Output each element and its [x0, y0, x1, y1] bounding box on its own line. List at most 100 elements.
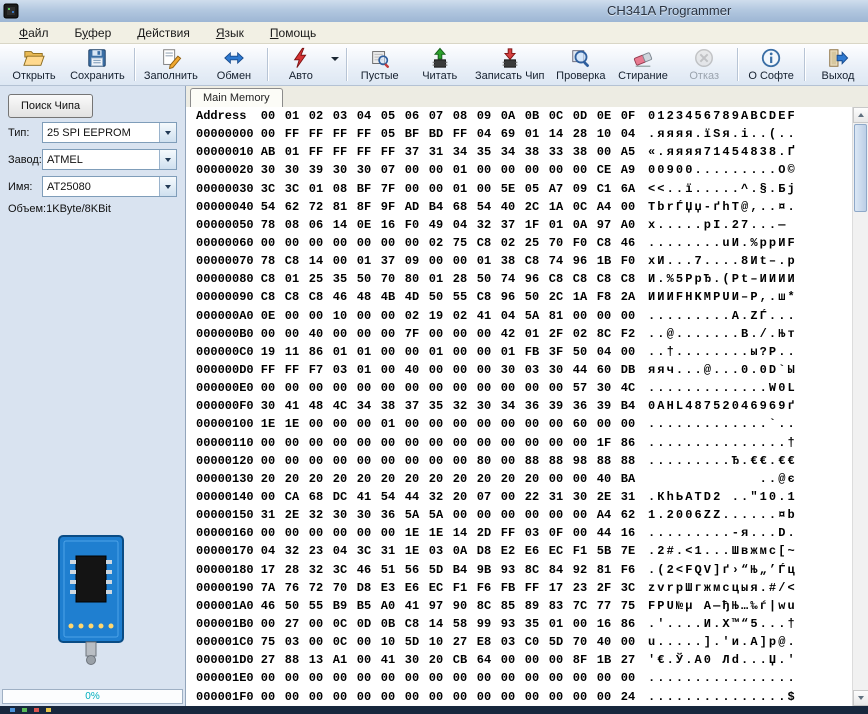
hex-byte-cell[interactable]: E3: [376, 581, 400, 595]
hex-byte-cell[interactable]: A0: [616, 218, 640, 232]
hex-byte-cell[interactable]: F6: [472, 581, 496, 595]
hex-byte-cell[interactable]: 4C: [616, 381, 640, 395]
hex-byte-cell[interactable]: 2E: [280, 508, 304, 522]
hex-byte-cell[interactable]: 07: [376, 163, 400, 177]
hex-byte-cell[interactable]: 20: [304, 472, 328, 486]
hex-byte-cell[interactable]: 30: [400, 653, 424, 667]
hex-byte-cell[interactable]: 30: [544, 363, 568, 377]
hex-byte-cell[interactable]: 10: [328, 309, 352, 323]
hex-byte-cell[interactable]: 00: [568, 309, 592, 323]
hex-byte-cell[interactable]: 50: [568, 345, 592, 359]
hex-byte-cell[interactable]: 27: [280, 617, 304, 631]
ascii-cell[interactable]: яяч...@...0.0D`Ы: [648, 363, 797, 377]
ascii-cell[interactable]: .............W0L: [648, 381, 797, 395]
hex-byte-cell[interactable]: 00: [280, 309, 304, 323]
hex-byte-cell[interactable]: 00: [448, 671, 472, 685]
hex-byte-cell[interactable]: 00: [424, 363, 448, 377]
hex-byte-cell[interactable]: 00: [544, 508, 568, 522]
hex-byte-cell[interactable]: 54: [472, 200, 496, 214]
hex-byte-cell[interactable]: 00: [376, 363, 400, 377]
hex-byte-cell[interactable]: 00: [400, 345, 424, 359]
hex-byte-cell[interactable]: 31: [544, 490, 568, 504]
hex-byte-cell[interactable]: 00: [568, 472, 592, 486]
hex-byte-cell[interactable]: 1B: [592, 653, 616, 667]
hex-byte-cell[interactable]: 1F: [520, 218, 544, 232]
hex-byte-cell[interactable]: 93: [496, 563, 520, 577]
hex-byte-cell[interactable]: C8: [544, 272, 568, 286]
hex-byte-cell[interactable]: 10: [376, 635, 400, 649]
toolbar-button-auto[interactable]: Авто: [271, 44, 331, 85]
hex-byte-cell[interactable]: 50: [280, 599, 304, 613]
hex-byte-cell[interactable]: C8: [280, 290, 304, 304]
hex-byte-cell[interactable]: 0E: [256, 309, 280, 323]
hex-byte-cell[interactable]: C8: [472, 290, 496, 304]
hex-byte-cell[interactable]: 00: [256, 327, 280, 341]
hex-byte-cell[interactable]: 09: [400, 254, 424, 268]
hex-byte-cell[interactable]: 93: [496, 617, 520, 631]
toolbar-button-swap[interactable]: Обмен: [204, 44, 264, 85]
hex-byte-cell[interactable]: 00: [400, 454, 424, 468]
hex-byte-cell[interactable]: 42: [496, 327, 520, 341]
hex-byte-cell[interactable]: 5D: [424, 563, 448, 577]
hex-byte-cell[interactable]: 30: [280, 163, 304, 177]
hex-byte-cell[interactable]: 5A: [424, 508, 448, 522]
hex-byte-cell[interactable]: 20: [424, 653, 448, 667]
hex-byte-cell[interactable]: F1: [568, 544, 592, 558]
hex-byte-cell[interactable]: 00: [400, 182, 424, 196]
hex-byte-cell[interactable]: 00: [592, 145, 616, 159]
hex-byte-cell[interactable]: 17: [544, 581, 568, 595]
hex-byte-cell[interactable]: 03: [520, 363, 544, 377]
hex-byte-cell[interactable]: CE: [592, 163, 616, 177]
hex-byte-cell[interactable]: 23: [568, 581, 592, 595]
hex-byte-cell[interactable]: 01: [448, 182, 472, 196]
hex-byte-cell[interactable]: 36: [520, 399, 544, 413]
hex-byte-cell[interactable]: 05: [520, 182, 544, 196]
hex-byte-cell[interactable]: 00: [304, 671, 328, 685]
hex-byte-cell[interactable]: 00: [400, 163, 424, 177]
hex-byte-cell[interactable]: 55: [448, 290, 472, 304]
hex-byte-cell[interactable]: 00: [544, 653, 568, 667]
hex-byte-cell[interactable]: 62: [280, 200, 304, 214]
hex-byte-cell[interactable]: 04: [448, 218, 472, 232]
hex-byte-cell[interactable]: 00: [520, 381, 544, 395]
hex-byte-cell[interactable]: 5B: [592, 544, 616, 558]
hex-byte-cell[interactable]: 51: [376, 563, 400, 577]
hex-byte-cell[interactable]: 30: [568, 490, 592, 504]
hex-byte-cell[interactable]: 70: [568, 635, 592, 649]
hex-byte-cell[interactable]: 30: [592, 381, 616, 395]
hex-byte-cell[interactable]: 58: [448, 617, 472, 631]
auto-dropdown-arrow-icon[interactable]: [330, 44, 343, 85]
hex-byte-cell[interactable]: 01: [424, 345, 448, 359]
hex-byte-cell[interactable]: F0: [400, 218, 424, 232]
toolbar-button-verify[interactable]: Проверка: [550, 44, 612, 85]
hex-byte-cell[interactable]: 00: [424, 436, 448, 450]
hex-byte-cell[interactable]: 44: [400, 490, 424, 504]
hex-byte-cell[interactable]: 00: [616, 309, 640, 323]
hex-byte-cell[interactable]: 00: [400, 417, 424, 431]
hex-byte-cell[interactable]: 30: [328, 163, 352, 177]
hex-byte-cell[interactable]: 22: [520, 490, 544, 504]
hex-byte-cell[interactable]: 39: [544, 399, 568, 413]
hex-byte-cell[interactable]: 7E: [616, 544, 640, 558]
hex-byte-cell[interactable]: 01: [424, 272, 448, 286]
hex-byte-cell[interactable]: 96: [496, 290, 520, 304]
hex-byte-cell[interactable]: C8: [400, 617, 424, 631]
hex-byte-cell[interactable]: 00: [472, 436, 496, 450]
hex-byte-cell[interactable]: 81: [592, 563, 616, 577]
hex-byte-cell[interactable]: 1E: [280, 417, 304, 431]
hex-byte-cell[interactable]: 34: [496, 145, 520, 159]
hex-byte-cell[interactable]: 11: [280, 345, 304, 359]
hex-byte-cell[interactable]: 01: [544, 218, 568, 232]
hex-byte-cell[interactable]: 00: [448, 327, 472, 341]
hex-byte-cell[interactable]: 8F: [568, 653, 592, 667]
hex-byte-cell[interactable]: 00: [256, 381, 280, 395]
hex-byte-cell[interactable]: BF: [400, 127, 424, 141]
hex-byte-cell[interactable]: 00: [328, 381, 352, 395]
hex-byte-cell[interactable]: E6: [520, 544, 544, 558]
hex-byte-cell[interactable]: 30: [496, 363, 520, 377]
hex-byte-cell[interactable]: 00: [304, 417, 328, 431]
hex-byte-cell[interactable]: 56: [400, 563, 424, 577]
hex-byte-cell[interactable]: 83: [544, 599, 568, 613]
hex-byte-cell[interactable]: 75: [256, 635, 280, 649]
hex-byte-cell[interactable]: 72: [304, 581, 328, 595]
